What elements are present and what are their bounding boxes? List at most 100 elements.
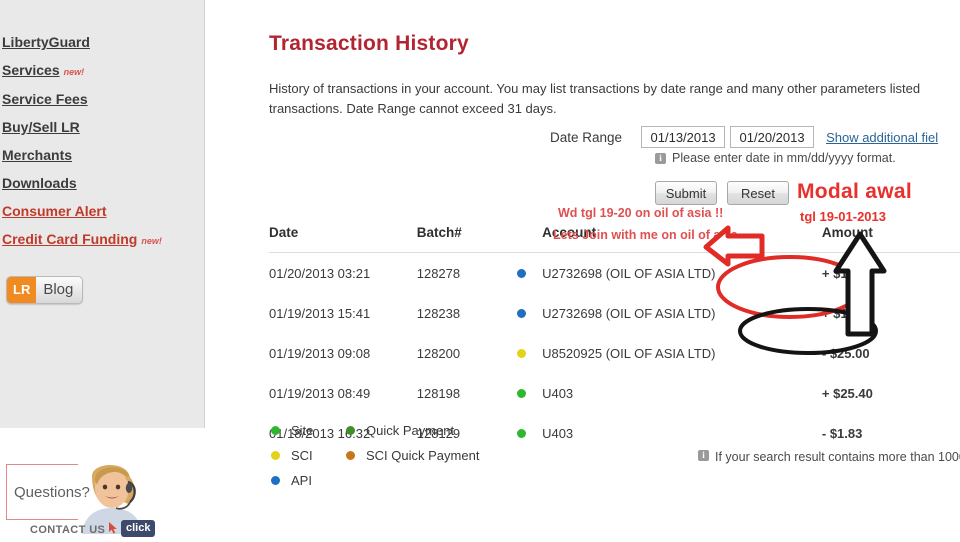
chat-contact-us-label[interactable]: CONTACT US [30, 524, 105, 536]
table-row[interactable]: 01/19/2013 08:49128198U403+ $25.40$0.26 [269, 373, 960, 413]
sidebar-item-label[interactable]: Consumer Alert [2, 203, 107, 219]
legend-dot-icon [271, 450, 280, 460]
transaction-type-dot-icon [517, 349, 527, 358]
sidebar-item-badge: new! [63, 67, 85, 77]
sidebar-item-label[interactable]: Buy/Sell LR [2, 119, 80, 135]
search-result-note-text: If your search result contains more than… [715, 450, 960, 464]
sidebar-item-label[interactable]: Services [2, 62, 60, 78]
cell-date: 01/19/2013 15:41 [269, 306, 371, 321]
column-header-amount[interactable]: Amount [821, 225, 960, 253]
column-header-date[interactable]: Date [269, 225, 417, 253]
date-format-hint-text: Please enter date in mm/dd/yyyy format. [672, 151, 896, 165]
table-row[interactable]: 01/19/2013 09:08 128200 U8520925 (OIL OF A… [269, 333, 960, 373]
sidebar-item-service-fees[interactable]: Service Fees [0, 91, 204, 108]
cell-batch[interactable]: 128238 [417, 293, 518, 333]
legend-label: API [291, 472, 312, 488]
transaction-type-dot-icon [517, 389, 527, 398]
legend-dot-icon [346, 450, 355, 460]
contact-us-chat-widget[interactable]: Questions? CONTACT US click [6, 458, 156, 542]
info-icon: i [655, 152, 666, 164]
table-row[interactable]: 01/19/2013 15:41 128238 U2732698 (OIL OF A… [269, 293, 960, 333]
lr-blog-label: Blog [43, 281, 74, 298]
legend-dot-icon [271, 475, 280, 485]
cell-amount: + $12.50 [821, 266, 873, 281]
chat-question-label: Questions? [14, 484, 90, 501]
cell-account: U2732698 (OIL OF ASIA LTD) [542, 266, 716, 281]
legend-row: API [271, 472, 479, 488]
column-header-batch[interactable]: Batch# [416, 225, 518, 253]
sidebar-item-consumer-alert[interactable]: Consumer Alert [0, 203, 204, 220]
lr-logo-chip: LR [7, 277, 37, 303]
annotation-wd-line: Wd tgl 19-20 on oil of asia !! [558, 206, 724, 220]
page-description: History of transactions in your account.… [269, 81, 921, 116]
cell-type-dot [517, 293, 542, 333]
sidebar-item-credit-card-funding[interactable]: Credit Card Funding new! [0, 231, 204, 249]
cell-type-dot [517, 413, 542, 453]
date-range-label: Date Range [550, 129, 623, 145]
legend-entry: SCI [271, 448, 346, 463]
cell-date: 01/19/2013 08:49 [269, 386, 371, 401]
cell-amount: - $25.00 [821, 346, 870, 361]
date-to-input[interactable] [730, 126, 815, 148]
page-title: Transaction History [269, 32, 469, 55]
sidebar-item-downloads[interactable]: Downloads [0, 175, 204, 192]
transactions-table: Date Batch# Account Amount Fee 01/20/201… [269, 225, 960, 453]
legend-dot-icon [271, 425, 280, 435]
date-range-row: Date Range Show additional fiel [550, 126, 938, 148]
form-buttons: Submit Reset [655, 181, 799, 205]
main-content: Transaction History History of transacti… [205, 0, 960, 542]
legend-label: Quick Payment [366, 422, 455, 438]
sidebar-item-libertyguard[interactable]: LibertyGuard [0, 34, 204, 51]
show-additional-fields-link[interactable]: Show additional fiel [826, 130, 938, 145]
date-format-hint: i Please enter date in mm/dd/yyyy format… [655, 151, 896, 165]
cell-account: U403 [542, 386, 574, 401]
sidebar-nav-list: LibertyGuard Services new! Service Fees B… [0, 0, 204, 249]
legend: Site Quick Payment SCI SCI Quick Payment API [271, 423, 479, 499]
sidebar-item-label[interactable]: Credit Card Funding [2, 231, 137, 247]
sidebar-item-merchants[interactable]: Merchants [0, 147, 204, 164]
legend-entry: Site [271, 423, 346, 438]
cell-type-dot [517, 253, 542, 294]
column-header-type [517, 225, 543, 253]
sidebar-item-label[interactable]: Service Fees [2, 91, 88, 107]
sidebar-item-label[interactable]: Merchants [2, 147, 72, 163]
cell-amount: + $25.40 [821, 386, 873, 401]
reset-button[interactable]: Reset [727, 181, 789, 205]
cell-date: 01/20/2013 03:21 [269, 266, 371, 281]
legend-label: Site [291, 422, 314, 438]
cell-batch[interactable]: 128278 [417, 253, 518, 294]
legend-label: SCI [291, 447, 313, 463]
cell-account: U2732698 (OIL OF ASIA LTD) [542, 306, 716, 321]
annotation-join-line: Lets Join with me on oil of asia [553, 228, 738, 242]
lr-blog-button[interactable]: LR Blog [6, 276, 84, 304]
transaction-type-dot-icon [517, 309, 527, 318]
legend-dot-icon [346, 425, 355, 435]
sidebar-item-buy-sell-lr[interactable]: Buy/Sell LR [0, 119, 204, 136]
sidebar-item-badge: new! [141, 236, 162, 246]
date-from-input[interactable] [641, 126, 726, 148]
transaction-type-dot-icon [517, 269, 527, 278]
sidebar-item-label[interactable]: Downloads [2, 175, 77, 191]
legend-row: Site Quick Payment [271, 423, 479, 438]
cell-type-dot [517, 333, 542, 373]
sidebar-item-label[interactable]: LibertyGuard [2, 34, 90, 50]
cell-date: 01/19/2013 09:08 [269, 346, 371, 361]
cell-amount: - $1.83 [821, 426, 863, 441]
annotation-modal-date: tgl 19-01-2013 [800, 209, 886, 224]
annotation-modal-awal: Modal awal [797, 180, 913, 203]
legend-entry: Quick Payment [346, 423, 454, 438]
cell-batch[interactable]: 128200 [417, 333, 518, 373]
cell-batch[interactable]: 128198 [417, 373, 518, 413]
info-icon: i [698, 450, 709, 461]
transaction-type-dot-icon [517, 429, 527, 438]
chat-click-badge[interactable]: click [121, 520, 156, 537]
cell-account: U403 [542, 426, 574, 441]
legend-label: SCI Quick Payment [366, 447, 480, 463]
cell-account: U8520925 (OIL OF ASIA LTD) [542, 346, 716, 361]
submit-button[interactable]: Submit [655, 181, 717, 205]
cursor-pointer-icon [109, 522, 119, 534]
table-row[interactable]: 01/20/2013 03:21 128278 U2732698 (OIL OF A… [269, 253, 960, 294]
legend-entry: SCI Quick Payment [346, 448, 479, 463]
sidebar-item-services[interactable]: Services new! [0, 62, 204, 80]
cell-amount: + $10.00 [821, 306, 873, 321]
